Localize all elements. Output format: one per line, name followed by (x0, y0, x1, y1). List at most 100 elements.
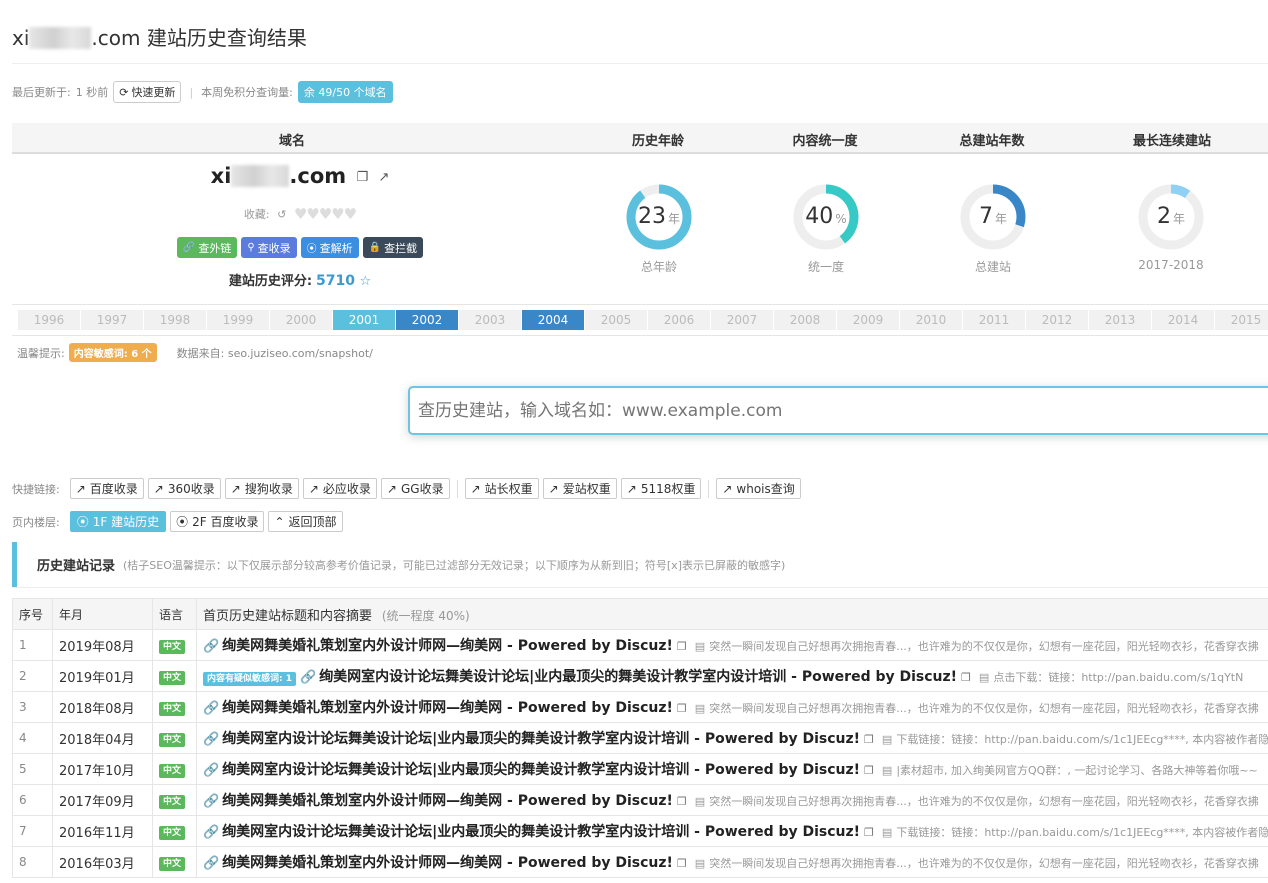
year-cell-2010[interactable]: 2010 (900, 310, 963, 330)
table-row: 8 2016年03月 中文 🔗 绚美网舞美婚礼策划室内外设计师网—绚美网 - Power… (12, 846, 1268, 878)
row-title[interactable]: 绚美网室内设计论坛舞美设计论坛|业内最顶尖的舞美设计教学室内设计培训 - Pow… (222, 824, 860, 840)
year-cell-1998[interactable]: 1998 (144, 310, 207, 330)
floor-button-1[interactable]: ⦿ 2F 百度收录 (170, 511, 265, 532)
quick-link-button[interactable]: ↗ 360收录 (147, 478, 221, 499)
year-cell-2014[interactable]: 2014 (1152, 310, 1215, 330)
copy-icon[interactable]: ❐ (677, 795, 687, 808)
favorite-row: 收藏: ↺ ♥♥♥♥♥ (243, 205, 357, 223)
floor-button-2[interactable]: ⌃ 返回顶部 (268, 511, 343, 532)
action-button-0[interactable]: 🔗 查外链 (176, 237, 238, 258)
quick-link-button[interactable]: ↗ 爱站权重 (542, 478, 617, 499)
quick-link-button[interactable]: ↗ whois查询 (716, 478, 801, 499)
star-icon[interactable]: ☆ (360, 274, 372, 289)
action-button-2[interactable]: ⦿ 查解析 (300, 237, 359, 258)
row-snippet: 下载链接：链接：http://pan.baidu.com/s/1c1JEEcg*… (896, 733, 1268, 746)
copy-icon[interactable]: ❐ (677, 640, 687, 653)
quick-link-label: 搜狗收录 (244, 482, 293, 496)
section-header: 历史建站记录 (桔子SEO温馨提示：以下仅展示部分较高参考价值记录，可能已过滤部… (12, 542, 1268, 587)
row-title[interactable]: 绚美网舞美婚礼策划室内外设计师网—绚美网 - Powered by Discuz… (222, 855, 673, 871)
year-cell-2006[interactable]: 2006 (648, 310, 711, 330)
reload-icon[interactable]: ↺ (277, 208, 286, 221)
floor-button-label: 1F 建站历史 (92, 515, 160, 529)
row-index: 4 (12, 722, 53, 754)
quick-link-button[interactable]: ↗ 搜狗收录 (224, 478, 299, 499)
lang-badge: 中文 (159, 732, 186, 747)
header-domain: 域名 (278, 134, 305, 149)
stat-caption: 总建站 (974, 260, 1011, 274)
action-button-label: 查外链 (198, 241, 232, 255)
copy-icon[interactable]: ❐ (864, 733, 874, 746)
quick-link-button[interactable]: ↗ 百度收录 (69, 478, 144, 499)
refresh-button[interactable]: ⟳ 快速更新 (113, 81, 182, 103)
year-cell-2000[interactable]: 2000 (270, 310, 333, 330)
copy-icon[interactable]: ❐ (961, 671, 971, 684)
year-cell-1997[interactable]: 1997 (81, 310, 144, 330)
year-cell-2015[interactable]: 2015 (1215, 310, 1268, 330)
year-cell-1996[interactable]: 1996 (18, 310, 81, 330)
floor-button-0[interactable]: ⦿ 1F 建站历史 (69, 511, 167, 532)
col-lang: 语言 (152, 598, 197, 630)
score-value: 5710 (316, 273, 355, 289)
document-icon: ▤ (978, 671, 990, 684)
lang-badge: 中文 (159, 763, 186, 778)
row-title[interactable]: 绚美网室内设计论坛舞美设计论坛|业内最顶尖的舞美设计教学室内设计培训 - Pow… (222, 762, 860, 778)
year-cell-2011[interactable]: 2011 (963, 310, 1026, 330)
link-icon: 🔗 (182, 242, 196, 253)
row-title[interactable]: 绚美网舞美婚礼策划室内外设计师网—绚美网 - Powered by Discuz… (222, 700, 673, 716)
quick-link-button[interactable]: ↗ 必应收录 (302, 478, 377, 499)
quick-link-label: 必应收录 (322, 482, 371, 496)
external-link-icon[interactable]: ↗ (378, 170, 389, 185)
domain-search-input[interactable] (408, 386, 1268, 435)
action-button-1[interactable]: ⚲ 查收录 (241, 237, 297, 258)
year-cell-2001[interactable]: 2001 (333, 310, 396, 330)
external-link-icon: ↗ (548, 481, 559, 496)
row-title[interactable]: 绚美网室内设计论坛舞美设计论坛|业内最顶尖的舞美设计教学室内设计培训 - Pow… (222, 731, 860, 747)
sensitive-warning-badge: 内容有疑似敏感词: 1 (203, 672, 296, 686)
year-cell-2005[interactable]: 2005 (585, 310, 648, 330)
quick-link-button[interactable]: ↗ 站长权重 (464, 478, 539, 499)
year-cell-2003[interactable]: 2003 (459, 310, 522, 330)
row-lang: 中文 (152, 660, 197, 692)
document-icon: ▤ (881, 733, 893, 746)
row-month: 2017年10月 (52, 753, 153, 785)
stat-caption: 统一度 (807, 260, 844, 274)
year-cell-2009[interactable]: 2009 (837, 310, 900, 330)
quick-link-button[interactable]: ↗ 5118权重 (620, 478, 702, 499)
heart-rating[interactable]: ♥♥♥♥♥ (294, 205, 357, 223)
year-cell-2012[interactable]: 2012 (1026, 310, 1089, 330)
copy-icon[interactable]: ❐ (356, 170, 368, 185)
copy-icon[interactable]: ❐ (864, 826, 874, 839)
row-content: 🔗 绚美网室内设计论坛舞美设计论坛|业内最顶尖的舞美设计教学室内设计培训 - Po… (196, 815, 1268, 847)
row-lang: 中文 (152, 722, 197, 754)
row-title[interactable]: 绚美网舞美婚礼策划室内外设计师网—绚美网 - Powered by Discuz… (222, 793, 673, 809)
quick-link-button[interactable]: ↗ GG收录 (380, 478, 450, 499)
external-link-icon: ↗ (308, 481, 319, 496)
row-lang: 中文 (152, 753, 197, 785)
header-history-age: 历史年龄 (631, 134, 684, 149)
row-index: 5 (12, 753, 53, 785)
separator (708, 479, 710, 498)
copy-icon[interactable]: ❐ (864, 764, 874, 777)
year-cell-2013[interactable]: 2013 (1089, 310, 1152, 330)
stat-1: 40% 统一度 (746, 182, 906, 275)
row-month: 2019年01月 (52, 660, 153, 692)
year-cell-2002[interactable]: 2002 (396, 310, 459, 330)
copy-icon[interactable]: ❐ (677, 702, 687, 715)
row-content: 🔗 绚美网舞美婚礼策划室内外设计师网—绚美网 - Powered by Discu… (196, 784, 1268, 816)
row-lang: 中文 (152, 629, 197, 661)
action-button-3[interactable]: 🔒 查拦截 (362, 237, 424, 258)
section-subtitle: (桔子SEO温馨提示：以下仅展示部分较高参考价值记录，可能已过滤部分无效记录；以… (123, 558, 786, 572)
row-title[interactable]: 绚美网室内设计论坛舞美设计论坛|业内最顶尖的舞美设计教学室内设计培训 - Pow… (319, 669, 957, 685)
copy-icon[interactable]: ❐ (677, 857, 687, 870)
page-title: xi .com 建站历史查询结果 (12, 26, 307, 50)
year-cell-2004[interactable]: 2004 (522, 310, 585, 330)
link-icon: 🔗 (203, 763, 220, 778)
row-content: 🔗 绚美网室内设计论坛舞美设计论坛|业内最顶尖的舞美设计教学室内设计培训 - Po… (196, 722, 1268, 754)
document-icon: ▤ (694, 795, 706, 808)
row-title[interactable]: 绚美网舞美婚礼策划室内外设计师网—绚美网 - Powered by Discuz… (222, 638, 673, 654)
year-cell-1999[interactable]: 1999 (207, 310, 270, 330)
year-cell-2007[interactable]: 2007 (711, 310, 774, 330)
year-cell-2008[interactable]: 2008 (774, 310, 837, 330)
search-icon: ⚲ (247, 242, 255, 253)
lang-badge: 中文 (159, 639, 186, 654)
